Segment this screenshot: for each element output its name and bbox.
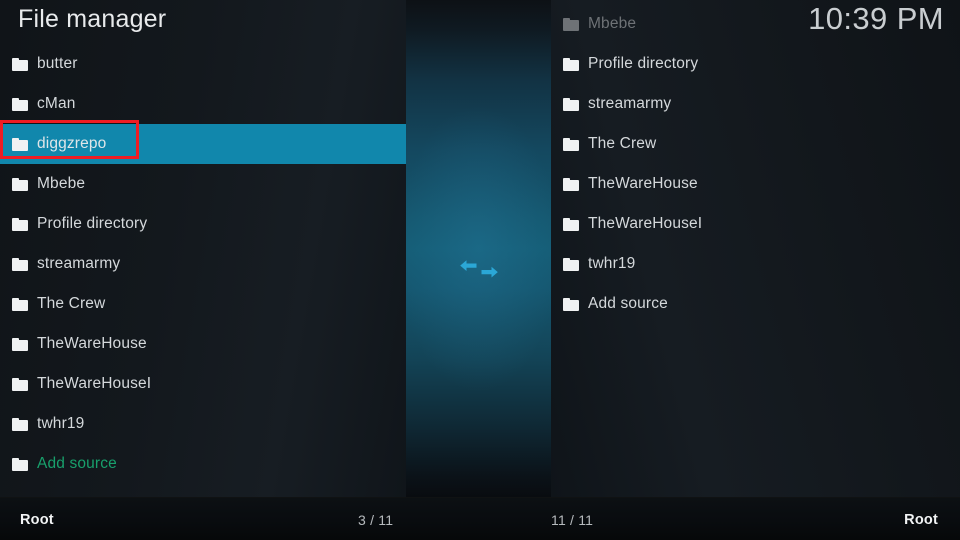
file-list-item[interactable]: Profile directory	[0, 204, 406, 244]
file-list-item[interactable]: butter	[0, 44, 406, 84]
file-list-item[interactable]: The Crew	[0, 284, 406, 324]
right-path-label: Root	[904, 511, 938, 528]
left-count-segment: 3 / 11	[358, 498, 393, 540]
folder-icon	[12, 217, 28, 231]
folder-icon	[12, 337, 28, 351]
file-list-item[interactable]: diggzrepo	[0, 124, 406, 164]
folder-icon	[563, 97, 579, 111]
file-list-item-label: diggzrepo	[37, 135, 107, 152]
file-list-item[interactable]: twhr19	[551, 244, 960, 284]
file-list-item-label: Profile directory	[588, 55, 699, 72]
folder-icon	[12, 177, 28, 191]
folder-icon	[12, 297, 28, 311]
file-list-item-label: twhr19	[37, 415, 85, 432]
status-bar: Root 3 / 11 11 / 11 Root	[0, 497, 960, 540]
left-file-panel[interactable]: butter cMan diggzrepo Mbebe Profile director…	[0, 0, 406, 497]
folder-icon	[563, 217, 579, 231]
file-list-item-label: TheWareHouse	[37, 335, 147, 352]
folder-icon	[563, 57, 579, 71]
file-list-item[interactable]: TheWareHouseI	[551, 204, 960, 244]
file-list-item-label: Add source	[588, 295, 668, 312]
right-file-list[interactable]: Mbebe Profile directory streamarmy The Crew…	[551, 4, 960, 324]
file-list-item[interactable]: TheWareHouseI	[0, 364, 406, 404]
file-list-item-label: TheWareHouseI	[37, 375, 152, 392]
file-list-item[interactable]: The Crew	[551, 124, 960, 164]
folder-icon	[12, 97, 28, 111]
folder-icon	[563, 137, 579, 151]
file-list-item[interactable]: Add source	[551, 284, 960, 324]
right-path-segment: Root	[904, 498, 938, 540]
folder-icon	[563, 297, 579, 311]
clock: 10:39 PM	[808, 1, 944, 36]
file-list-item-label: Mbebe	[588, 15, 637, 32]
left-path-label: Root	[20, 511, 54, 528]
file-list-item-label: streamarmy	[588, 95, 672, 112]
file-list-item-label: cMan	[37, 95, 76, 112]
file-list-item-label: twhr19	[588, 255, 636, 272]
file-list-item-label: TheWareHouseI	[588, 215, 703, 232]
right-file-panel[interactable]: Mbebe Profile directory streamarmy The Crew…	[551, 0, 960, 497]
folder-icon	[563, 257, 579, 271]
file-list-item[interactable]: streamarmy	[551, 84, 960, 124]
folder-icon	[12, 377, 28, 391]
file-list-item-label: The Crew	[37, 295, 106, 312]
folder-icon	[563, 177, 579, 191]
folder-icon	[12, 417, 28, 431]
folder-icon	[12, 457, 28, 471]
page-title: File manager	[18, 5, 167, 33]
file-list-item-label: Profile directory	[37, 215, 148, 232]
file-list-item-label: Add source	[37, 455, 117, 472]
file-list-item-label: streamarmy	[37, 255, 121, 272]
swap-panels-icon[interactable]	[459, 257, 499, 283]
file-list-item-label: TheWareHouse	[588, 175, 698, 192]
divider-sheen	[406, 0, 551, 497]
folder-icon	[12, 57, 28, 71]
file-list-item-label: Mbebe	[37, 175, 86, 192]
file-list-item-label: The Crew	[588, 135, 657, 152]
left-item-count: 3 / 11	[358, 511, 394, 528]
left-path-segment: Root	[20, 498, 54, 540]
file-list-item[interactable]: TheWareHouse	[0, 324, 406, 364]
file-list-item[interactable]: twhr19	[0, 404, 406, 444]
file-list-item[interactable]: Profile directory	[551, 44, 960, 84]
panel-divider	[406, 0, 551, 497]
folder-icon	[563, 17, 579, 31]
file-list-item[interactable]: streamarmy	[0, 244, 406, 284]
right-count-segment: 11 / 11	[551, 498, 593, 540]
file-list-item-label: butter	[37, 55, 78, 72]
file-manager-window: butter cMan diggzrepo Mbebe Profile director…	[0, 0, 960, 540]
right-item-count: 11 / 11	[551, 511, 594, 528]
file-list-item[interactable]: Add source	[0, 444, 406, 484]
file-list-item[interactable]: cMan	[0, 84, 406, 124]
file-list-item[interactable]: TheWareHouse	[551, 164, 960, 204]
left-file-list[interactable]: butter cMan diggzrepo Mbebe Profile director…	[0, 44, 406, 484]
folder-icon	[12, 257, 28, 271]
file-list-item[interactable]: Mbebe	[0, 164, 406, 204]
folder-icon	[12, 137, 28, 151]
